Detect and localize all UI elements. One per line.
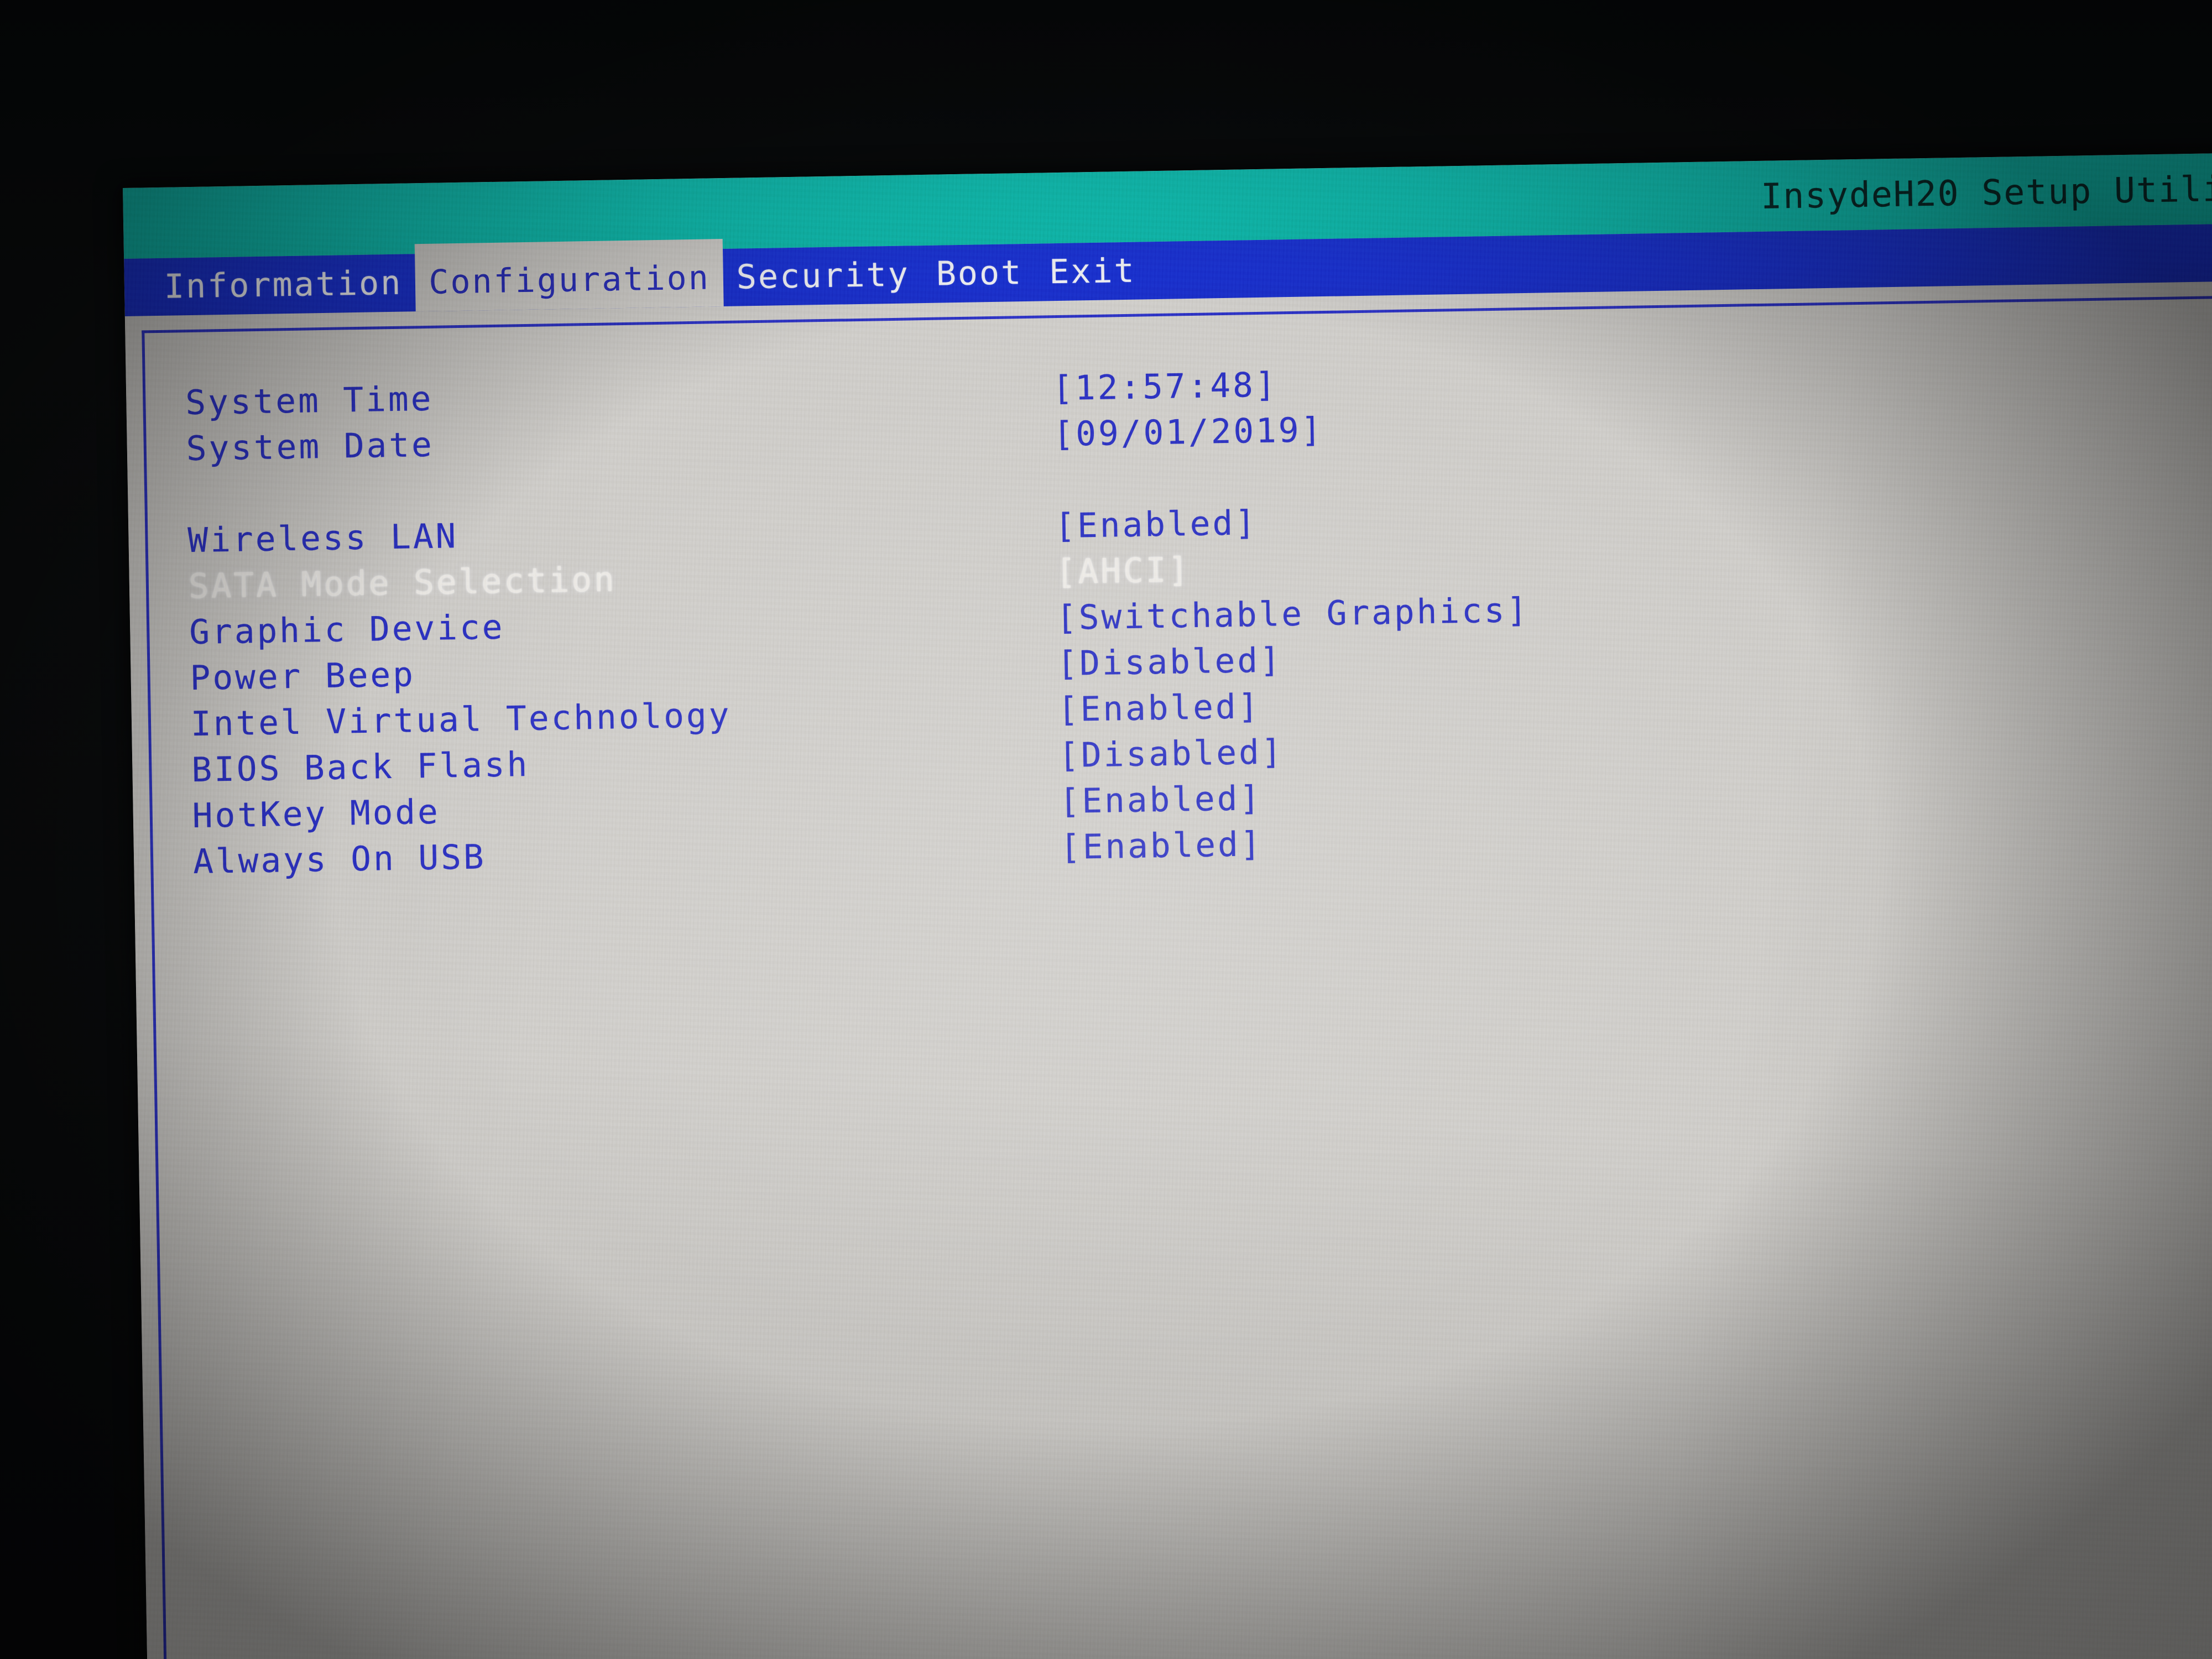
tab-security[interactable]: Security (723, 255, 923, 306)
bios-screen: InsydeH20 Setup Utility Information Conf… (123, 151, 2212, 1659)
monitor-photo: InsydeH20 Setup Utility Information Conf… (0, 0, 2212, 1659)
setting-value[interactable]: [Switchable Graphics] (1056, 591, 1530, 638)
setting-value[interactable]: [Disabled] (1058, 732, 1284, 775)
setting-value[interactable]: [Enabled] (1060, 825, 1263, 867)
setting-value[interactable]: [AHCI] (1055, 550, 1191, 592)
tab-exit[interactable]: Exit (1036, 252, 1150, 301)
settings-list: System Time [12:57:48] System Date [09/0… (145, 345, 2212, 886)
tab-boot[interactable]: Boot (922, 253, 1036, 303)
content-pane: System Time [12:57:48] System Date [09/0… (124, 279, 2212, 1659)
setting-value[interactable]: [Enabled] (1057, 687, 1261, 729)
setting-value[interactable]: [Enabled] (1059, 779, 1262, 821)
setting-value[interactable]: [Disabled] (1057, 640, 1282, 684)
setting-value[interactable]: [12:57:48] (1052, 365, 1278, 408)
utility-title: InsydeH20 Setup Utility (1760, 168, 2212, 217)
setting-value[interactable]: [Enabled] (1055, 503, 1258, 546)
setting-value[interactable]: [09/01/2019] (1053, 410, 1324, 454)
tab-information[interactable]: Information (150, 264, 416, 316)
settings-frame: System Time [12:57:48] System Date [09/0… (142, 294, 2212, 1659)
tab-configuration[interactable]: Configuration (415, 239, 724, 312)
